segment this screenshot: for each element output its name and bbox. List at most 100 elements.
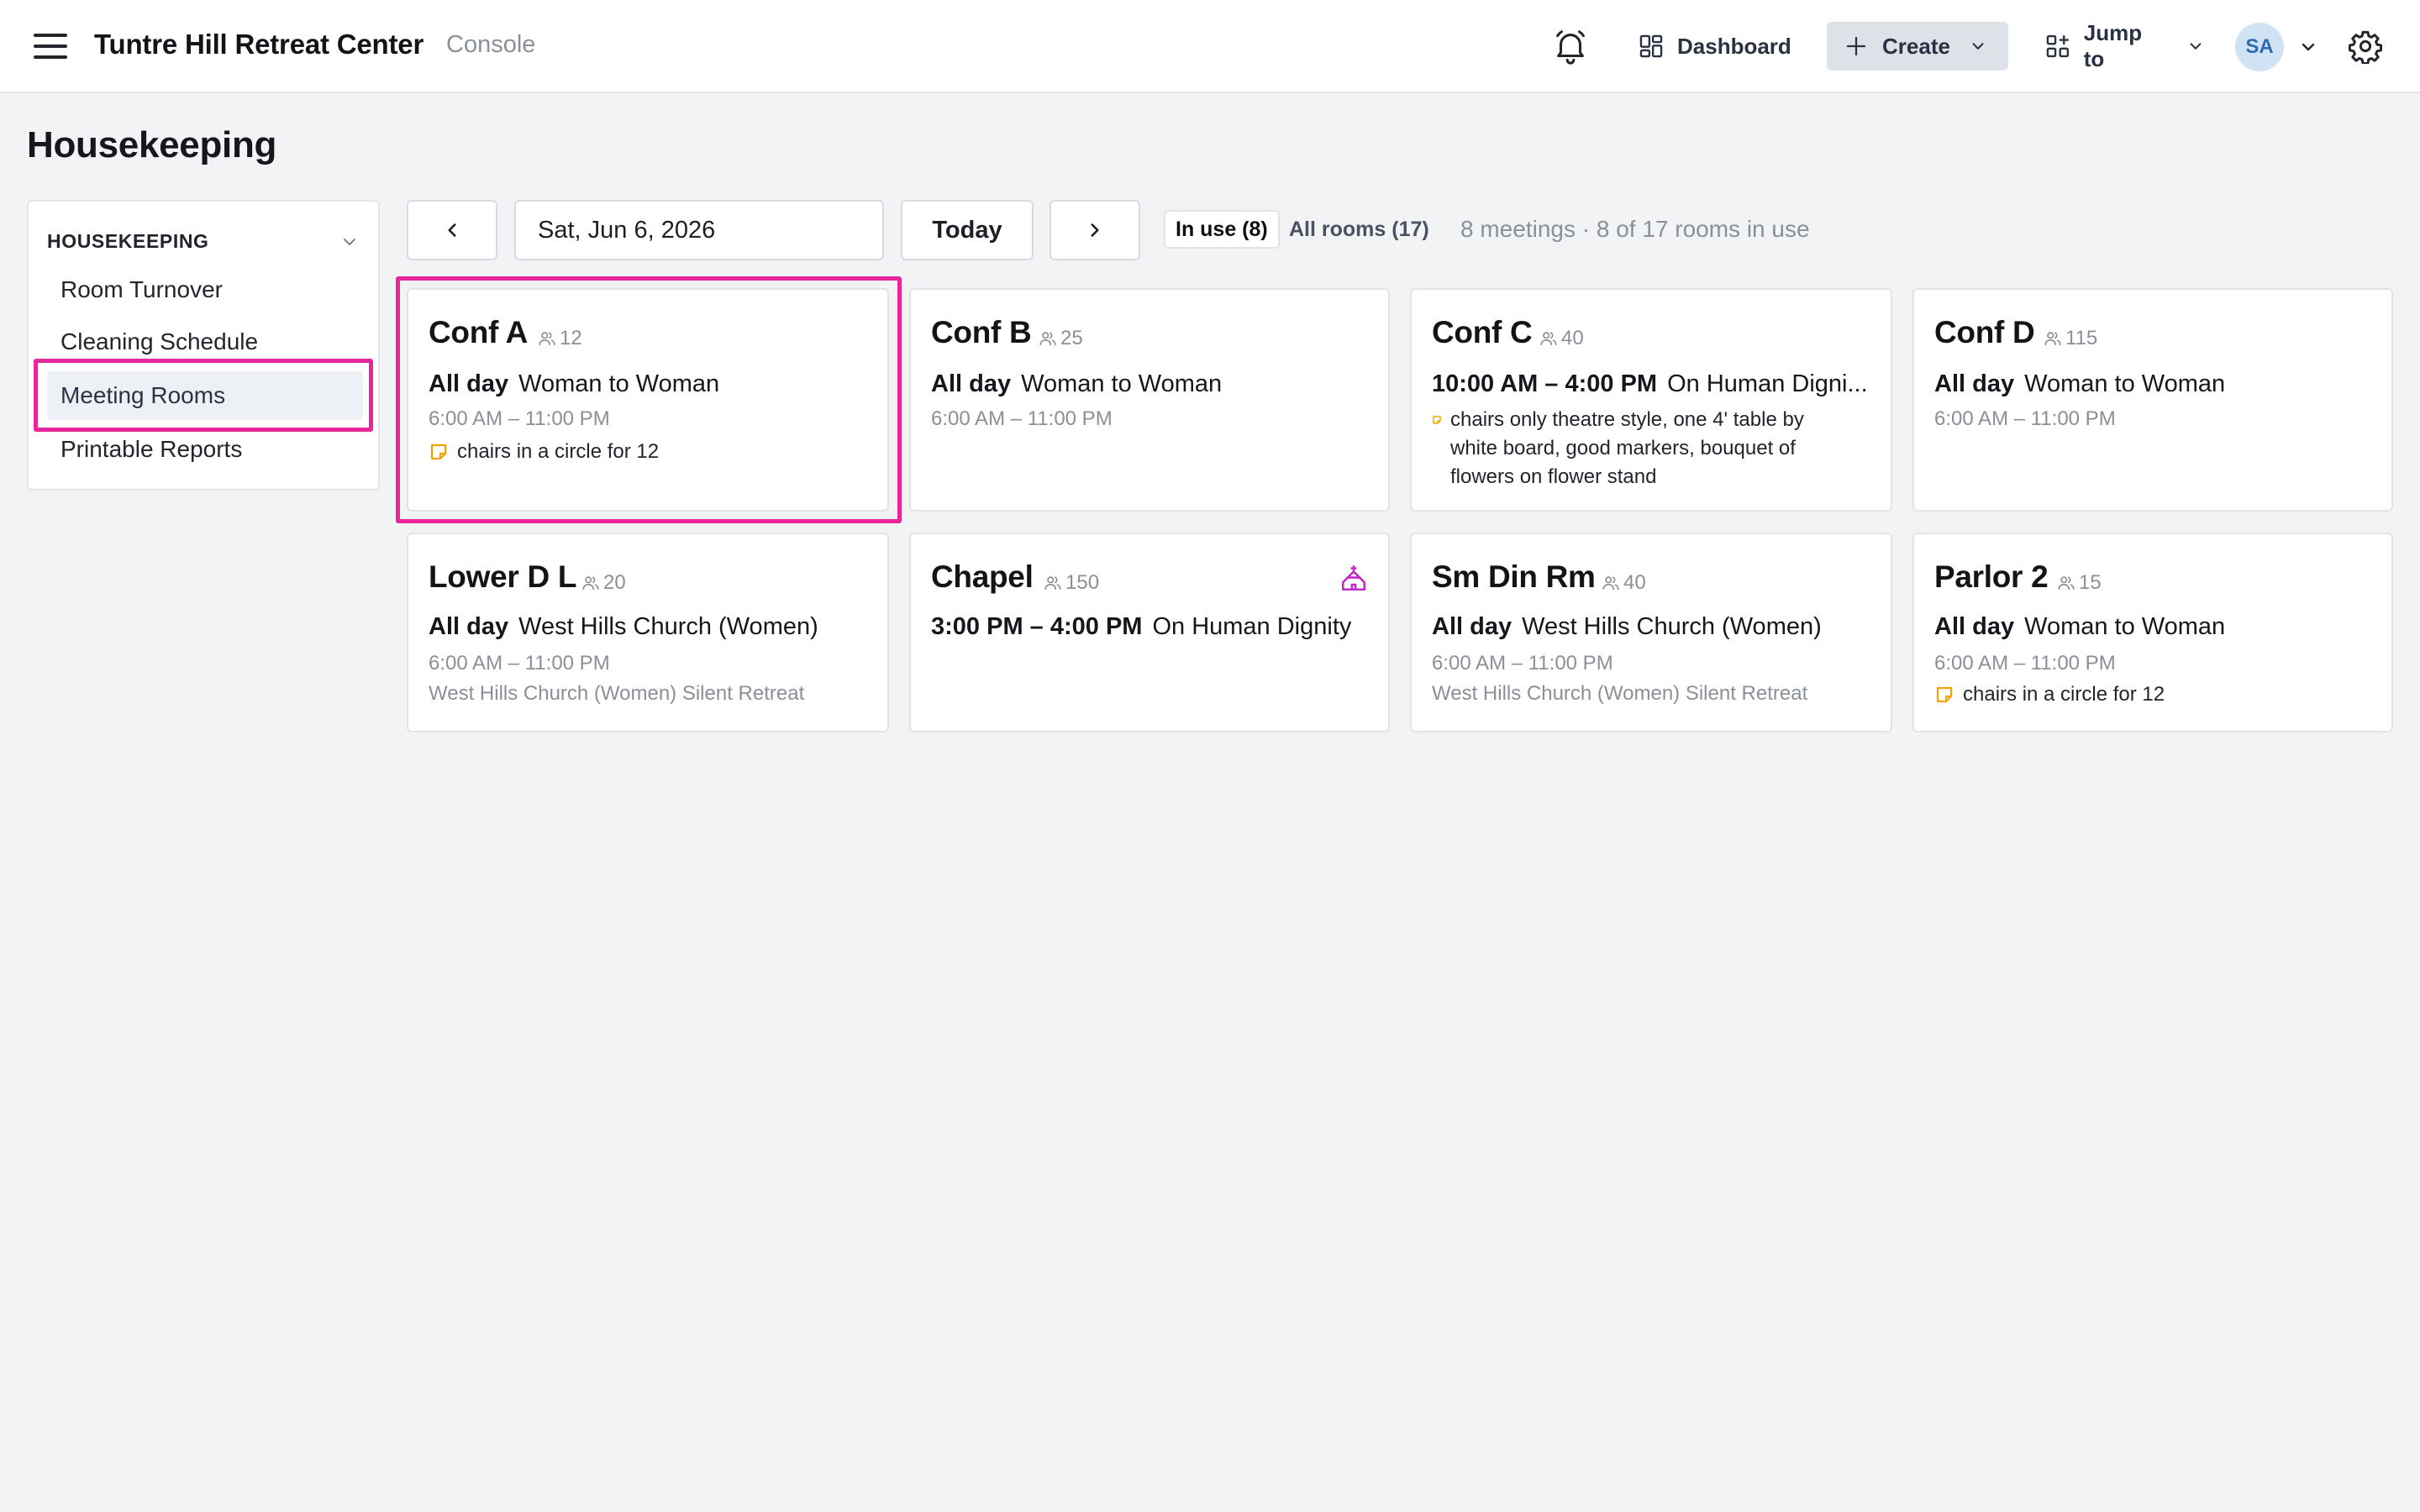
booking-when: 10:00 AM – 4:00 PM bbox=[1432, 370, 1658, 397]
room-name: Conf D bbox=[1934, 315, 2035, 349]
people-icon bbox=[539, 332, 555, 346]
hamburger-menu-icon[interactable] bbox=[34, 32, 67, 60]
booking-when: All day bbox=[429, 370, 509, 397]
room-card-conf-c[interactable]: Conf C 40 10:00 AM – 4:00 PM On Human Dig… bbox=[1410, 288, 1892, 512]
user-avatar[interactable]: SA bbox=[2235, 23, 2284, 71]
booking-when: All day bbox=[931, 370, 1012, 397]
room-capacity: 15 bbox=[2057, 571, 2102, 595]
room-card-lower-d-l[interactable]: Lower D L 20 All day West Hills Church (W… bbox=[407, 533, 889, 732]
account-chevron-down-icon[interactable] bbox=[2298, 37, 2318, 57]
room-card-conf-b[interactable]: Conf B 25 All day Woman to Woman 6:00 AM … bbox=[909, 288, 1390, 512]
event-name: Woman to Woman bbox=[2024, 613, 2226, 640]
app-title[interactable]: Tuntre Hill Retreat Center bbox=[94, 29, 424, 60]
chevron-right-icon bbox=[1091, 223, 1099, 237]
people-icon bbox=[1044, 576, 1061, 591]
setup-note: chairs only theatre style, one 4' table … bbox=[1432, 406, 1804, 491]
room-name: Conf B bbox=[931, 315, 1032, 349]
setup-note: chairs in a circle for 12 bbox=[1934, 680, 2165, 709]
usage-summary: 8 meetings · 8 of 17 rooms in use bbox=[1460, 216, 1810, 242]
jump-to-button[interactable]: Jump to bbox=[2037, 20, 2205, 71]
room-capacity: 12 bbox=[538, 327, 582, 350]
gear-icon[interactable] bbox=[2348, 29, 2383, 64]
room-capacity: 25 bbox=[1039, 327, 1083, 350]
room-capacity: 40 bbox=[1539, 327, 1584, 350]
people-icon bbox=[2044, 332, 2061, 346]
note-text: chairs in a circle for 12 bbox=[457, 440, 660, 463]
church-icon bbox=[1341, 564, 1366, 591]
note-line: flowers on flower stand bbox=[1450, 465, 1657, 488]
sticky-note-icon bbox=[430, 444, 447, 460]
sticky-note-icon bbox=[1936, 686, 1953, 703]
booking-line: All day West Hills Church (Women) bbox=[1432, 613, 1877, 641]
room-capacity: 20 bbox=[581, 571, 626, 595]
booking-line: All day Woman to Woman bbox=[1934, 613, 2378, 641]
next-day-button[interactable] bbox=[1050, 200, 1140, 260]
room-card-conf-a[interactable]: Conf A 12 All day Woman to Woman 6:00 AM … bbox=[407, 288, 889, 512]
people-icon bbox=[2058, 576, 2075, 591]
setup-note: chairs in a circle for 12 bbox=[429, 438, 659, 466]
group-description: West Hills Church (Women) Silent Retreat bbox=[429, 682, 805, 705]
create-button[interactable]: Create bbox=[1827, 22, 2008, 71]
booking-when: All day bbox=[1934, 613, 2015, 640]
event-name: Woman to Woman bbox=[1021, 370, 1223, 397]
booking-line: All day Woman to Woman bbox=[429, 370, 874, 398]
today-button[interactable]: Today bbox=[901, 200, 1034, 260]
event-name: On Human Dignity bbox=[1152, 613, 1352, 640]
event-name: Woman to Woman bbox=[2024, 370, 2226, 397]
filter-in-use-tab[interactable]: In use (8) bbox=[1164, 210, 1280, 249]
booking-line: All day West Hills Church (Women) bbox=[429, 613, 874, 641]
note-text: chairs in a circle for 12 bbox=[1963, 683, 2165, 706]
room-name: Parlor 2 bbox=[1934, 559, 2049, 594]
create-label: Create bbox=[1882, 33, 1950, 59]
apps-icon bbox=[2046, 34, 2070, 58]
dashboard-button[interactable]: Dashboard bbox=[1630, 22, 1798, 71]
booking-time: 6:00 AM – 11:00 PM bbox=[1934, 652, 2116, 675]
collapse-chevron-icon[interactable] bbox=[339, 232, 360, 252]
booking-when: All day bbox=[1934, 370, 2015, 397]
filter-all-rooms-tab[interactable]: All rooms (17) bbox=[1279, 210, 1439, 249]
people-icon bbox=[1540, 332, 1557, 346]
booking-line: All day Woman to Woman bbox=[1934, 370, 2378, 398]
sticky-note-icon bbox=[1433, 416, 1441, 424]
dashboard-grid-icon bbox=[1639, 34, 1663, 58]
sidebar-item-meeting-rooms[interactable]: Meeting Rooms bbox=[47, 371, 363, 420]
booking-when: All day bbox=[429, 613, 509, 640]
capacity-value: 40 bbox=[1561, 327, 1584, 349]
room-card-sm-din-rm[interactable]: Sm Din Rm 40 All day West Hills Church (W… bbox=[1410, 533, 1892, 732]
room-name: Conf C bbox=[1432, 315, 1533, 349]
room-name: Conf A bbox=[429, 315, 529, 349]
room-card-conf-d[interactable]: Conf D 115 All day Woman to Woman 6:00 AM… bbox=[1912, 288, 2393, 512]
sidebar-heading: HOUSEKEEPING bbox=[47, 230, 209, 252]
date-picker[interactable]: Sat, Jun 6, 2026 bbox=[514, 200, 884, 260]
dashboard-label: Dashboard bbox=[1677, 33, 1791, 59]
booking-line: 3:00 PM – 4:00 PM On Human Dignity bbox=[931, 613, 1376, 641]
capacity-value: 40 bbox=[1623, 571, 1646, 594]
room-name: Chapel bbox=[931, 559, 1034, 594]
booking-time: 6:00 AM – 11:00 PM bbox=[1934, 407, 2116, 430]
booking-line: All day Woman to Woman bbox=[931, 370, 1375, 398]
event-name: Woman to Woman bbox=[518, 370, 720, 397]
people-icon bbox=[582, 576, 599, 591]
bell-icon[interactable] bbox=[1551, 27, 1590, 66]
room-card-parlor-2[interactable]: Parlor 2 15 All day Woman to Woman 6:00 A… bbox=[1912, 533, 2393, 732]
room-capacity: 150 bbox=[1044, 571, 1099, 595]
chevron-down-icon bbox=[1972, 43, 1984, 50]
capacity-value: 150 bbox=[1065, 571, 1100, 594]
event-name: On Human Digni... bbox=[1667, 370, 1868, 397]
booking-when: All day bbox=[1432, 613, 1512, 640]
chevron-left-icon bbox=[448, 223, 456, 237]
booking-time: 6:00 AM – 11:00 PM bbox=[1432, 652, 1613, 675]
room-name: Lower D L bbox=[429, 559, 577, 594]
room-name: Sm Din Rm bbox=[1432, 559, 1596, 594]
room-card-chapel[interactable]: Chapel 150 3:00 PM – 4:00 PM On Human Dig… bbox=[909, 533, 1390, 732]
jump-to-label: Jump to bbox=[2083, 20, 2143, 71]
booking-time: 6:00 AM – 11:00 PM bbox=[429, 652, 610, 675]
plus-icon bbox=[1846, 36, 1866, 56]
sidebar-item-room-turnover[interactable]: Room Turnover bbox=[47, 265, 363, 314]
sidebar-item-printable-reports[interactable]: Printable Reports bbox=[47, 425, 363, 474]
previous-day-button[interactable] bbox=[407, 200, 497, 260]
note-line: white board, good markers, bouquet of bbox=[1450, 437, 1796, 459]
sidebar-item-cleaning-schedule[interactable]: Cleaning Schedule bbox=[47, 318, 363, 366]
top-bar: Tuntre Hill Retreat Center Console Dashb… bbox=[0, 0, 2420, 93]
chevron-down-icon bbox=[2190, 43, 2202, 50]
